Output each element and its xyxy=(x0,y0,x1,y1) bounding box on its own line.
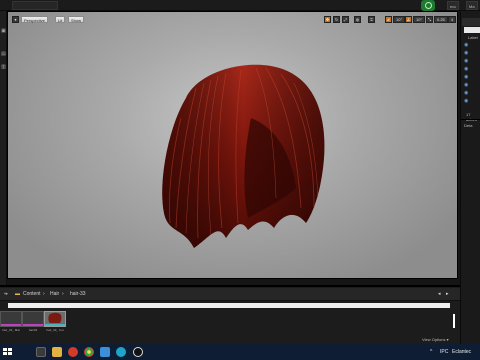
visibility-eye-icon[interactable]: ◉ xyxy=(464,67,469,72)
translate-icon[interactable]: ✥ xyxy=(324,16,331,23)
visibility-eye-icon[interactable]: ◉ xyxy=(464,75,469,80)
breadcrumb-hair[interactable]: Hair xyxy=(50,291,59,297)
folder-icon: ▬ xyxy=(15,291,20,297)
tray-chevron-up-icon[interactable]: ^ xyxy=(430,349,432,355)
lit-button[interactable]: Lit xyxy=(55,16,66,23)
folder-icon[interactable]: ▪▸ xyxy=(4,291,8,297)
outliner-header xyxy=(462,18,480,26)
perspective-button[interactable]: Perspective xyxy=(21,16,48,23)
asset-caption: hair33 xyxy=(28,328,38,332)
history-back-icon[interactable]: ◂ xyxy=(438,291,441,297)
hair-thumbnail-icon xyxy=(48,312,62,323)
scale-icon[interactable]: ⤢ xyxy=(342,16,349,23)
outliner-label-column: Label xyxy=(468,35,478,40)
scroll-indicator[interactable] xyxy=(453,314,455,328)
show-button[interactable]: Show xyxy=(68,16,85,23)
asset-type-bar xyxy=(23,324,43,326)
windows-taskbar: ^ IPC Eclantec xyxy=(0,344,480,360)
windows-start-icon[interactable] xyxy=(3,348,12,356)
rotation-snap-icon[interactable]: ∠ xyxy=(405,16,412,23)
visibility-eye-icon[interactable]: ◉ xyxy=(464,43,469,48)
visibility-eye-icon[interactable]: ◉ xyxy=(464,83,469,88)
surface-snap-icon[interactable]: ⌗ xyxy=(368,16,375,23)
asset-thumbnail-selected[interactable] xyxy=(44,311,66,327)
browser-icon[interactable] xyxy=(68,347,78,357)
scale-snap-value[interactable]: 0.25 xyxy=(434,16,448,23)
top-tab-ma[interactable]: Ma xyxy=(466,1,478,10)
breadcrumb-separator: › xyxy=(62,291,64,297)
keyboard-locale[interactable]: IPC xyxy=(440,349,448,355)
chrome-icon[interactable] xyxy=(84,347,94,357)
details-tab[interactable]: Deta xyxy=(464,123,472,128)
grid-snap-icon[interactable]: # xyxy=(385,16,392,23)
scale-snap-icon[interactable]: ⤡ xyxy=(426,16,433,23)
asset-caption: hair_33_ Mat xyxy=(2,328,20,332)
top-tab-ecc[interactable]: ecc xyxy=(447,1,460,10)
asset-caption: hair_33_ Cut xyxy=(46,328,64,332)
file-explorer-icon[interactable] xyxy=(52,347,62,357)
level-viewport[interactable]: ▾ Perspective Lit Show ✥ ↻ ⤢ ◍ ⌗ # 10° ∠… xyxy=(7,11,458,279)
breadcrumb-hair-33[interactable]: hair-33 xyxy=(70,291,86,297)
outliner-search-input[interactable] xyxy=(464,27,480,33)
app-icon[interactable] xyxy=(116,347,126,357)
asset-thumbnail[interactable] xyxy=(0,311,22,327)
visibility-eye-icon[interactable]: ◉ xyxy=(464,91,469,96)
mode-icon[interactable]: ▣ xyxy=(1,29,6,34)
keyboard-layout[interactable]: Eclantec xyxy=(452,349,471,355)
editor-tab[interactable] xyxy=(12,1,58,10)
camera-speed-value[interactable]: 4 xyxy=(448,16,457,23)
asset-thumbnail[interactable] xyxy=(22,311,44,327)
panel-divider xyxy=(461,119,480,120)
app-icon[interactable] xyxy=(100,347,110,357)
editor-top-bar: ecc Ma xyxy=(0,0,480,11)
unreal-engine-icon[interactable] xyxy=(133,347,143,357)
world-icon[interactable]: ◍ xyxy=(354,16,361,23)
breadcrumb-separator: › xyxy=(43,291,45,297)
settings-icon[interactable]: ▤ xyxy=(1,52,6,57)
visibility-eye-icon[interactable]: ◉ xyxy=(464,59,469,64)
rotation-snap-value[interactable]: 10° xyxy=(413,16,426,23)
hair-mesh-preview[interactable] xyxy=(156,58,336,258)
visibility-eye-icon[interactable]: ◉ xyxy=(464,51,469,56)
task-view-icon[interactable] xyxy=(36,347,46,357)
history-forward-icon[interactable]: ▸ xyxy=(446,291,449,297)
visibility-eye-icon[interactable]: ◉ xyxy=(464,99,469,104)
outliner-actor-count: 17 actors xyxy=(466,112,477,122)
viewport-menu-icon[interactable]: ▾ xyxy=(12,16,19,23)
source-control-icon[interactable] xyxy=(421,0,435,11)
asset-type-bar xyxy=(45,324,65,326)
asset-search-input[interactable] xyxy=(8,303,450,308)
breadcrumb-content[interactable]: Content xyxy=(23,291,41,297)
asset-type-bar xyxy=(1,324,21,326)
breadcrumb: ▪▸ ▬ Content › Hair › hair-33 ◂ ▸ xyxy=(0,288,460,301)
rotate-icon[interactable]: ↻ xyxy=(333,16,340,23)
world-outliner-panel: Label ◉ ◉ ◉ ◉ ◉ ◉ ◉ ◉ 17 actors Deta xyxy=(460,11,480,344)
grid-snap-value[interactable]: 10° xyxy=(393,16,406,23)
view-options-button[interactable]: View Options ▾ xyxy=(422,337,449,342)
content-browser: ▪▸ ▬ Content › Hair › hair-33 ◂ ▸ hair_3… xyxy=(0,285,460,344)
panel-icon[interactable]: ▥ xyxy=(1,65,6,70)
